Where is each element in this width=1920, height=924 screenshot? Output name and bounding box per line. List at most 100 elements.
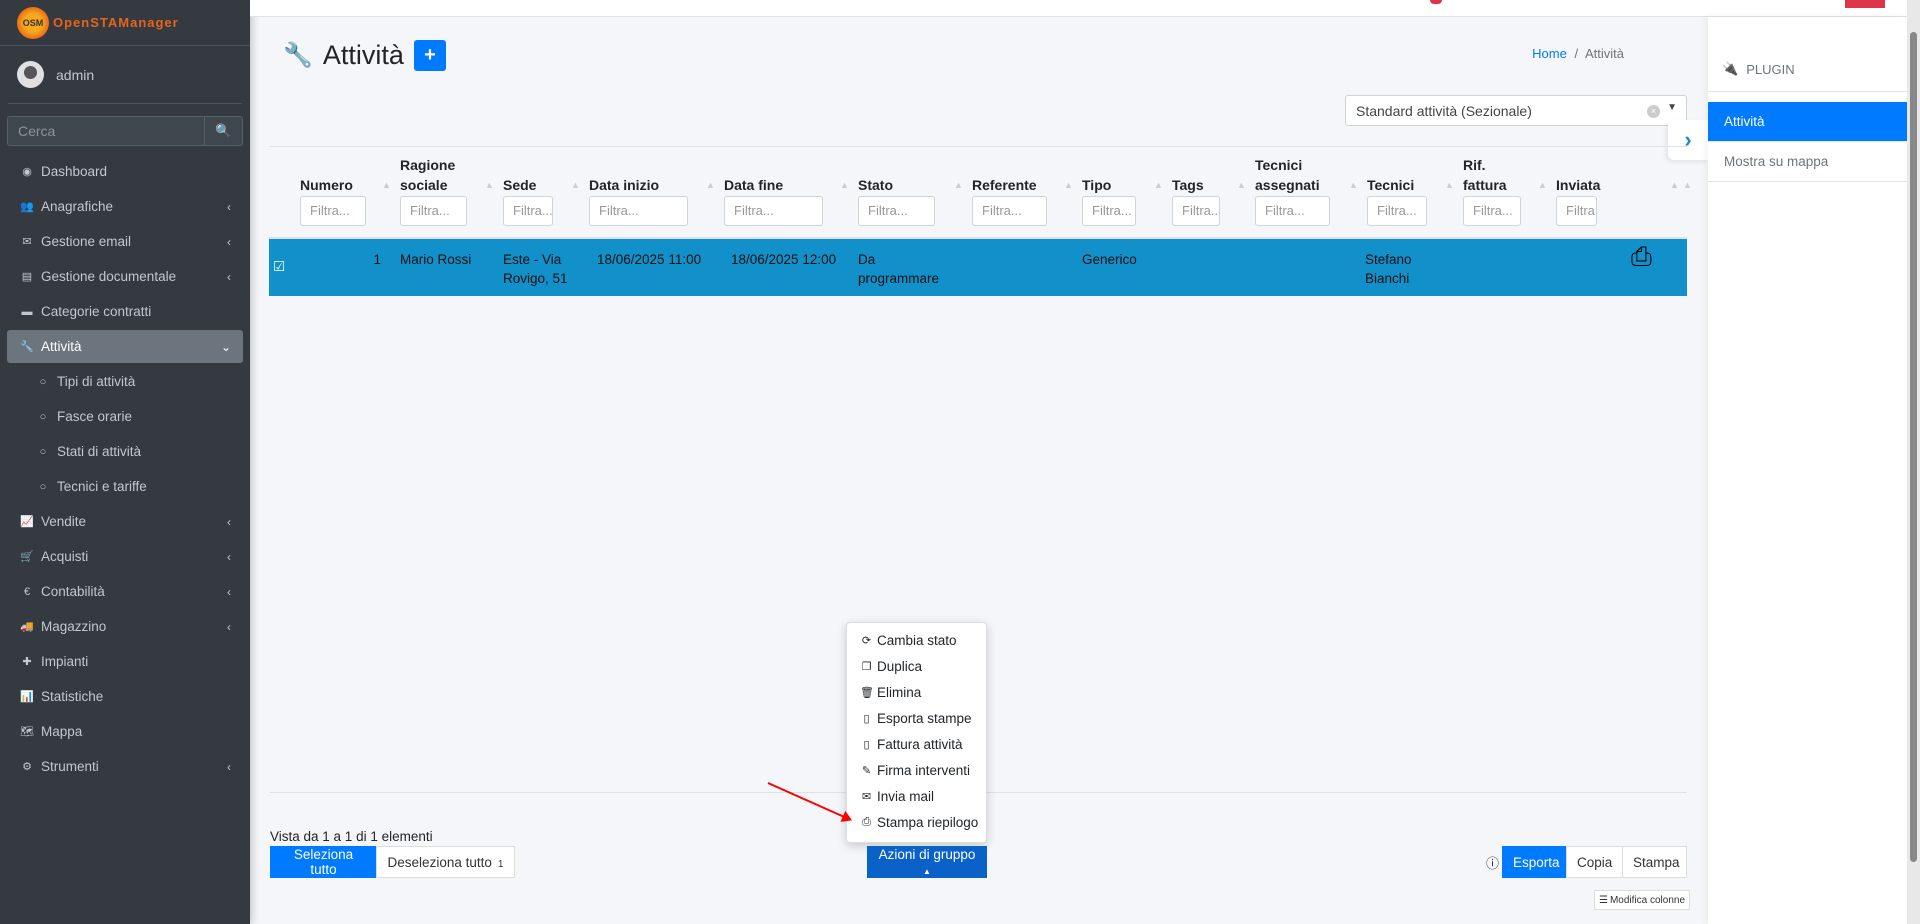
column-filter-input[interactable]: Filtra... <box>1255 196 1330 226</box>
sidebar-item-gestione-email[interactable]: ✉ Gestione email ‹ <box>7 224 243 259</box>
column-header[interactable]: Data inizio <box>589 175 659 195</box>
sidebar-item-vendite[interactable]: 📈 Vendite ‹ <box>7 504 243 539</box>
notification-badge[interactable] <box>1430 0 1442 4</box>
column-header[interactable]: Tecnici <box>1367 175 1414 195</box>
menu-item-elimina[interactable]: 🗑 Elimina <box>847 679 986 705</box>
column-filter-input[interactable]: Filtra... <box>1172 196 1220 226</box>
column-filter-input[interactable]: Filtra... <box>300 196 366 226</box>
column-header[interactable]: Stato <box>858 175 893 195</box>
column-filter-input[interactable]: Filtra... <box>858 196 935 226</box>
sidebar-item-statistiche[interactable]: 📊 Statistiche <box>7 679 243 714</box>
sidebar-item-dashboard[interactable]: ◉ Dashboard <box>7 154 243 189</box>
sort-icon[interactable]: ▲ <box>1683 180 1692 190</box>
sort-icon[interactable]: ▲ <box>571 180 580 190</box>
sidebar-item-tecnici-e-tariffe[interactable]: ○ Tecnici e tariffe <box>7 469 243 504</box>
sidebar-item-anagrafiche[interactable]: 👥 Anagrafiche ‹ <box>7 189 243 224</box>
sort-icon[interactable]: ▲ <box>1538 180 1547 190</box>
column-header[interactable]: Tecnici assegnati <box>1255 155 1320 195</box>
sidebar-item-stati-di-attivit-[interactable]: ○ Stati di attività <box>7 434 243 469</box>
right-panel-toggle[interactable]: › <box>1668 120 1708 160</box>
column-header[interactable]: Inviata <box>1556 175 1600 195</box>
row-checkbox[interactable]: ☑ <box>273 257 285 276</box>
print-button[interactable]: Stampa <box>1622 846 1687 878</box>
breadcrumb-home[interactable]: Home <box>1532 46 1567 61</box>
sort-icon[interactable]: ▲ <box>954 180 963 190</box>
sidebar-item-label: Vendite <box>41 514 87 529</box>
plugin-item-attivita[interactable]: Attività <box>1708 102 1907 142</box>
column-header[interactable]: Tags <box>1172 175 1204 195</box>
sidebar-item-gestione-documentale[interactable]: ▤ Gestione documentale ‹ <box>7 259 243 294</box>
column-header[interactable]: Tipo <box>1082 175 1111 195</box>
column-filter-input[interactable]: Filtra... <box>1463 196 1521 226</box>
menu-item-esporta-stampe[interactable]: ▯ Esporta stampe <box>847 705 986 731</box>
logout-button[interactable] <box>1845 0 1885 8</box>
chevron-down-icon: ⌄ <box>220 339 231 354</box>
sidebar-item-label: Tecnici e tariffe <box>57 479 147 494</box>
print-icon[interactable]: ⎙ <box>1631 243 1652 269</box>
column-header[interactable]: Referente <box>972 175 1037 195</box>
group-actions-button[interactable]: Azioni di gruppo ▲ <box>867 846 987 878</box>
help-icon[interactable]: ⓘ <box>1486 853 1499 872</box>
column-header[interactable]: Numero <box>300 175 353 195</box>
caret-down-icon[interactable]: ▼ <box>1667 102 1677 113</box>
menu-item-invia-mail[interactable]: ✉ Invia mail <box>847 783 986 809</box>
column-filter-input[interactable]: Filtra... <box>503 196 553 226</box>
page-title: Attività <box>322 40 404 70</box>
select-all-button[interactable]: Seleziona tutto <box>270 846 377 878</box>
menu-item-fattura-attivit-[interactable]: ▯ Fattura attività <box>847 731 986 757</box>
annotation-arrow <box>767 782 851 821</box>
sidebar-item-contabilit-[interactable]: € Contabilità ‹ <box>7 574 243 609</box>
menu-item-stampa-riepilogo[interactable]: ⎙ Stampa riepilogo <box>847 809 986 835</box>
sidebar-item-fasce-orarie[interactable]: ○ Fasce orarie <box>7 399 243 434</box>
edit-columns-button[interactable]: ☰ Modifica colonne <box>1594 890 1691 910</box>
menu-item-firma-interventi[interactable]: ✎ Firma interventi <box>847 757 986 783</box>
column-filter-input[interactable]: Filtra... <box>589 196 688 226</box>
segment-select[interactable]: Standard attività (Sezionale) × ▼ <box>1345 95 1687 126</box>
user-panel[interactable]: admin <box>8 46 242 104</box>
column-filter-input[interactable]: Filtra... <box>724 196 823 226</box>
column-header[interactable]: Ragione sociale <box>400 155 455 195</box>
sidebar-item-strumenti[interactable]: ⚙ Strumenti ‹ <box>7 749 243 784</box>
sidebar-item-mappa[interactable]: 🗺 Mappa <box>7 714 243 749</box>
sidebar-item-acquisti[interactable]: 🛒 Acquisti ‹ <box>7 539 243 574</box>
add-activity-button[interactable]: + <box>413 40 446 71</box>
menu-item-duplica[interactable]: ❐ Duplica <box>847 653 986 679</box>
export-button[interactable]: Esporta <box>1502 846 1567 878</box>
column-header[interactable]: Data fine <box>724 175 783 195</box>
sort-icon[interactable]: ▲ <box>1154 180 1163 190</box>
sort-icon[interactable]: ▲ <box>706 180 715 190</box>
column-header[interactable]: Rif. fattura <box>1463 155 1507 195</box>
plugin-item-mostra-su-mappa[interactable]: Mostra su mappa <box>1708 142 1907 182</box>
sort-icon[interactable]: ▲ <box>1349 180 1358 190</box>
table-row[interactable]: ☑ 1 Mario Rossi Este - Via Rovigo, 51 18/06/… <box>269 239 1687 296</box>
sort-icon[interactable]: ▲ <box>382 180 391 190</box>
sidebar-item-impianti[interactable]: ✚ Impianti <box>7 644 243 679</box>
column-filter-input[interactable]: Filtra... <box>972 196 1047 226</box>
sort-icon[interactable]: ▲ <box>1064 180 1073 190</box>
sidebar-item-tipi-di-attivit-[interactable]: ○ Tipi di attività <box>7 364 243 399</box>
column-filter-input[interactable]: Filtra... <box>400 196 467 226</box>
search-button[interactable]: 🔍 <box>204 117 242 145</box>
sort-icon[interactable]: ▲ <box>1237 180 1246 190</box>
chevron-left-icon: ‹ <box>227 199 231 214</box>
sidebar-item-attivit-[interactable]: 🔧 Attività ⌄ <box>7 330 243 363</box>
sort-icon[interactable]: ▲ <box>485 180 494 190</box>
clear-icon[interactable]: × <box>1647 105 1660 118</box>
scrollbar-thumb[interactable] <box>1910 32 1917 862</box>
column-header[interactable]: Sede <box>503 175 536 195</box>
plug-icon: 🔌 <box>1722 61 1739 76</box>
deselect-all-button[interactable]: Deseleziona tutto 1 <box>376 846 515 878</box>
sort-icon[interactable]: ▲ <box>1670 180 1679 190</box>
column-filter-input[interactable]: Filtra... <box>1367 196 1427 226</box>
sort-icon[interactable]: ▲ <box>840 180 849 190</box>
search-input[interactable] <box>8 117 204 145</box>
column-filter-input[interactable]: Filtra... <box>1556 196 1597 226</box>
menu-item-cambia-stato[interactable]: ⟳ Cambia stato <box>847 627 986 653</box>
sort-icon[interactable]: ▲ <box>1445 180 1454 190</box>
sidebar-item-categorie-contratti[interactable]: ▬ Categorie contratti <box>7 294 243 329</box>
scrollbar[interactable] <box>1907 0 1920 924</box>
column-filter-input[interactable]: Filtra... <box>1082 196 1136 226</box>
sidebar-item-magazzino[interactable]: 🚚 Magazzino ‹ <box>7 609 243 644</box>
brand-logo[interactable]: OSM OpenSTAManager <box>0 0 250 46</box>
copy-button[interactable]: Copia <box>1566 846 1623 878</box>
